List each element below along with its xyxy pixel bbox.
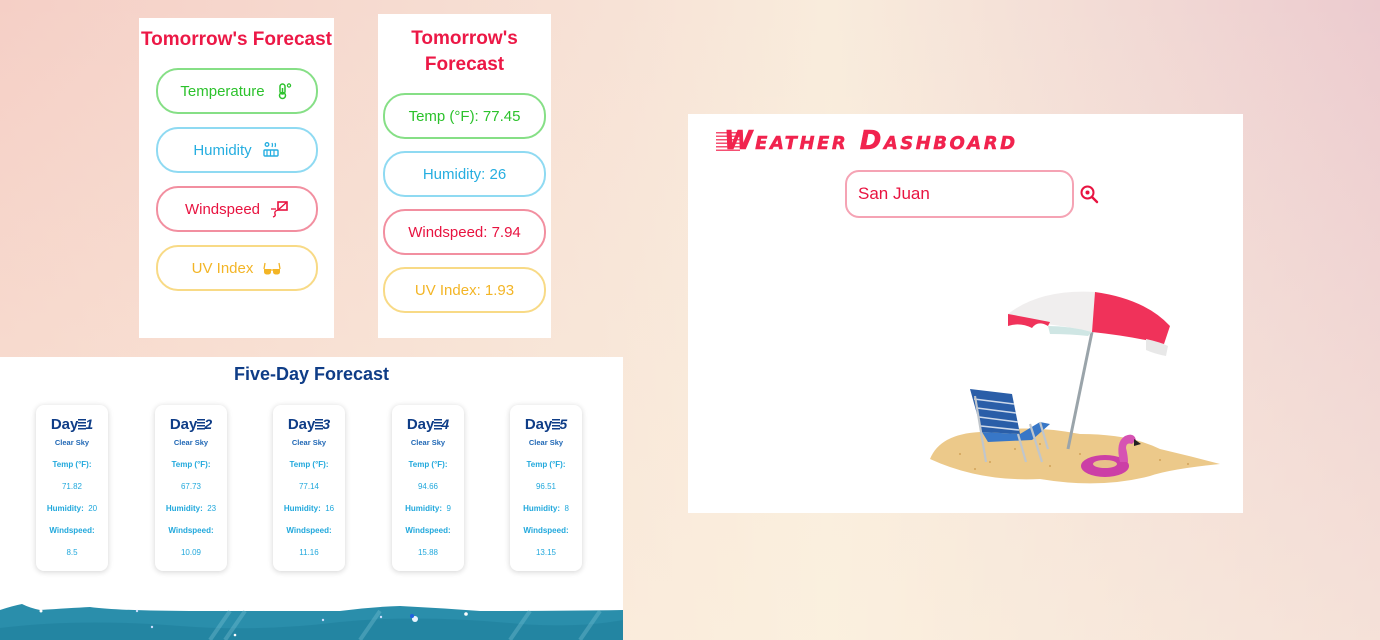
humidity-value-button[interactable]: Humidity: 26 [383, 151, 546, 197]
ocean-waves-decoration [0, 604, 623, 640]
day-heading: Day 2 [155, 415, 227, 433]
five-day-forecast-panel: Five-Day Forecast Day 1 Clear Sky Temp (°F)… [0, 357, 623, 640]
day-number: 5 [552, 416, 568, 432]
uv-index-label: UV Index [191, 259, 254, 277]
temperature-label: Temperature [180, 82, 265, 100]
day-card: Day 2 Clear Sky Temp (°F): 67.73 Humidity: 23… [155, 405, 227, 571]
city-search-box [845, 170, 1099, 218]
uv-index-button[interactable]: UV Index [155, 245, 318, 291]
windspeed-button[interactable]: Windspeed [155, 186, 318, 232]
beach-illustration [930, 291, 1220, 484]
windspeed-value-button[interactable]: Windspeed: 7.94 [383, 209, 546, 255]
humidity-row: Humidity: 9 [392, 504, 464, 513]
humidity-value: 8 [564, 504, 569, 513]
humidity-button[interactable]: Humidity [155, 127, 318, 173]
day-label: Day [169, 415, 198, 433]
temperature-button[interactable]: Temperature [155, 68, 318, 114]
temp-label: Temp (°F): [52, 460, 92, 469]
day-label: Day [287, 415, 316, 433]
humidity-label: Humidity: [523, 504, 560, 513]
windspeed-label: Windspeed: [49, 526, 95, 535]
windspeed-value: 11.16 [299, 548, 319, 557]
day-number: 1 [78, 416, 94, 432]
humidity-label: Humidity [193, 141, 252, 159]
sunglasses-icon [263, 259, 281, 277]
day-number: 3 [315, 416, 331, 432]
humidity-label: Humidity: [405, 504, 442, 513]
windspeed-value: 10.09 [180, 548, 202, 557]
windspeed-label: Windspeed: [286, 526, 332, 535]
day-label: Day [524, 415, 553, 433]
tomorrow-forecast-values-panel: Tomorrow's Forecast Temp (°F): 77.45 Hum… [378, 14, 551, 338]
day-number: 4 [434, 416, 450, 432]
day-heading: Day 3 [273, 415, 345, 433]
temp-value: 71.82 [61, 482, 83, 491]
day-card: Day 5 Clear Sky Temp (°F): 96.51 Humidity: 8 W… [510, 405, 582, 571]
temp-value: 96.51 [535, 482, 557, 491]
temperature-value: Temp (°F): 77.45 [408, 107, 521, 125]
windspeed-value: 13.15 [535, 548, 557, 557]
day-heading: Day 4 [392, 415, 464, 433]
day-label: Day [406, 415, 435, 433]
wind-kite-icon [270, 200, 288, 218]
day-heading: Day 1 [36, 415, 108, 433]
day-condition: Clear Sky [173, 438, 209, 447]
dashboard-title: Weather Dashboard [724, 126, 1018, 157]
day-condition: Clear Sky [410, 438, 446, 447]
day-condition: Clear Sky [528, 438, 564, 447]
temp-label: Temp (°F): [171, 460, 211, 469]
weather-dashboard-panel: Weather Dashboard [688, 114, 1243, 513]
day-condition: Clear Sky [54, 438, 90, 447]
humidity-value: 16 [325, 504, 335, 513]
temp-label: Temp (°F): [408, 460, 448, 469]
humidity-label: Humidity: [165, 504, 203, 513]
windspeed-value: 8.5 [66, 548, 78, 557]
humidity-row: Humidity: 8 [510, 504, 582, 513]
temp-value: 77.14 [298, 482, 320, 491]
humidity-value: 20 [88, 504, 98, 513]
humidity-label: Humidity: [283, 504, 321, 513]
temp-value: 67.73 [180, 482, 202, 491]
humidity-icon [262, 141, 280, 159]
day-heading: Day 5 [510, 415, 582, 433]
sand-island [930, 428, 1220, 484]
day-card: Day 4 Clear Sky Temp (°F): 94.66 Humidity: 9 W… [392, 405, 464, 571]
windspeed-label: Windspeed: [405, 526, 451, 535]
thermometer-icon [275, 82, 293, 100]
temperature-value-button[interactable]: Temp (°F): 77.45 [383, 93, 546, 139]
five-day-forecast-title: Five-Day Forecast [233, 364, 390, 384]
windspeed-label: Windspeed [184, 200, 261, 218]
city-search-input[interactable] [858, 184, 1079, 204]
tomorrow-forecast-labels-panel: Tomorrow's Forecast Temperature Humidity… [139, 18, 334, 338]
tomorrow-forecast-title: Tomorrow's Forecast [140, 29, 333, 50]
tomorrow-forecast-title: Tomorrow's Forecast [411, 28, 518, 75]
search-location-icon[interactable] [1079, 184, 1099, 204]
day-label: Day [50, 415, 79, 433]
uv-index-value: UV Index: 1.93 [414, 281, 515, 299]
humidity-value: Humidity: 26 [422, 165, 507, 183]
humidity-value: 9 [446, 504, 451, 513]
temp-label: Temp (°F): [289, 460, 329, 469]
windspeed-value: 15.88 [417, 548, 439, 557]
humidity-row: Humidity: 23 [155, 504, 227, 513]
day-card: Day 1 Clear Sky Temp (°F): 71.82 Humidity: 20… [36, 405, 108, 571]
windspeed-label: Windspeed: [168, 526, 214, 535]
humidity-row: Humidity: 20 [36, 504, 108, 513]
day-number: 2 [197, 416, 213, 432]
uv-index-value-button[interactable]: UV Index: 1.93 [383, 267, 546, 313]
umbrella-pole [1066, 331, 1094, 450]
day-card: Day 3 Clear Sky Temp (°F): 77.14 Humidity: 16… [273, 405, 345, 571]
temp-value: 94.66 [417, 482, 439, 491]
humidity-label: Humidity: [46, 504, 84, 513]
temp-label: Temp (°F): [526, 460, 566, 469]
humidity-row: Humidity: 16 [273, 504, 345, 513]
day-condition: Clear Sky [291, 438, 327, 447]
windspeed-value: Windspeed: 7.94 [408, 223, 521, 241]
windspeed-label: Windspeed: [523, 526, 569, 535]
humidity-value: 23 [207, 504, 217, 513]
